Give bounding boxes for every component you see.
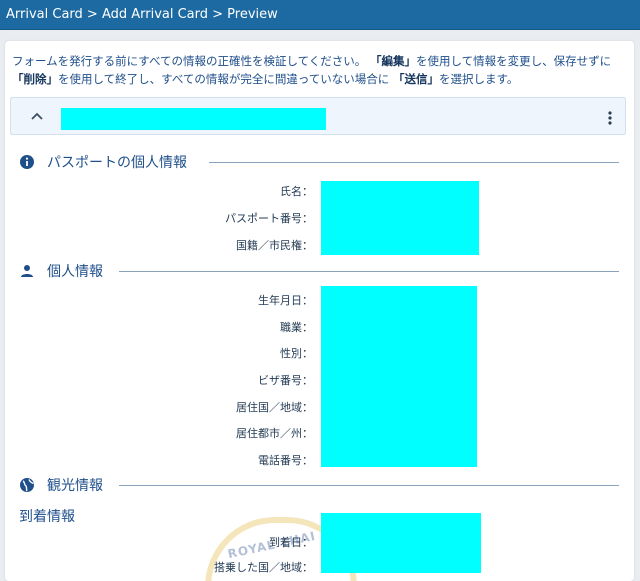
field-label-arrival-date: 到着日： [269, 536, 313, 549]
section-divider [209, 162, 619, 163]
section-travel-title: 観光情報 [47, 478, 103, 494]
section-passport-header: パスポートの個人情報 [19, 152, 619, 172]
instructions-part4: を選択します。 [438, 72, 519, 86]
instructions-text: フォームを発行する前にすべての情報の正確性を検証してください。 「編集」を使用し… [12, 52, 627, 88]
section-divider [119, 271, 619, 272]
section-passport-title: パスポートの個人情報 [47, 155, 187, 171]
instructions-part1: フォームを発行する前にすべての情報の正確性を検証してください。 [12, 54, 367, 68]
breadcrumb: Arrival Card > Add Arrival Card > Previe… [6, 7, 278, 22]
field-label-phone: 電話番号： [258, 454, 313, 467]
field-label-residence-city: 居住都市／州： [236, 427, 313, 440]
section-personal-header: 個人情報 [19, 261, 619, 281]
redacted-passport-values [321, 181, 479, 255]
person-icon [21, 265, 33, 277]
chevron-up-icon[interactable] [29, 108, 45, 124]
instructions-submit-keyword: 「送信」 [392, 72, 439, 86]
field-label-gender: 性別： [280, 347, 313, 360]
field-label-passport-number: パスポート番号： [225, 212, 313, 225]
field-label-nationality: 国籍／市民権： [236, 239, 313, 252]
section-divider [119, 485, 619, 486]
field-label-visa-number: ビザ番号： [258, 374, 313, 387]
section-personal-title: 個人情報 [47, 264, 103, 280]
top-bar: Arrival Card > Add Arrival Card > Previe… [0, 0, 640, 30]
card-header[interactable] [10, 97, 626, 135]
instructions-delete-keyword: 「削除」 [12, 72, 58, 86]
globe-icon [20, 478, 34, 492]
section-travel-header: 観光情報 [19, 475, 619, 495]
field-label-occupation: 職業： [280, 321, 313, 334]
redacted-card-title [61, 108, 326, 130]
field-label-boarding-country: 搭乗した国／地域： [214, 561, 313, 574]
info-icon [20, 155, 34, 169]
redacted-personal-values [321, 286, 477, 467]
instructions-edit-keyword: 「編集」 [369, 54, 416, 68]
preview-panel: フォームを発行する前にすべての情報の正確性を検証してください。 「編集」を使用し… [5, 41, 634, 581]
field-label-name: 氏名： [280, 185, 313, 198]
arrival-info-subheading: 到着情報 [19, 509, 75, 525]
instructions-part3: を使用して終了し、すべての情報が完全に間違っていない場合に [58, 72, 390, 86]
field-label-birthdate: 生年月日： [258, 294, 313, 307]
redacted-travel-values [321, 513, 481, 573]
field-label-residence-country: 居住国／地域： [236, 401, 313, 414]
instructions-part2: を使用して情報を変更し、保存せずに [415, 54, 612, 68]
more-options-icon[interactable] [602, 110, 618, 126]
